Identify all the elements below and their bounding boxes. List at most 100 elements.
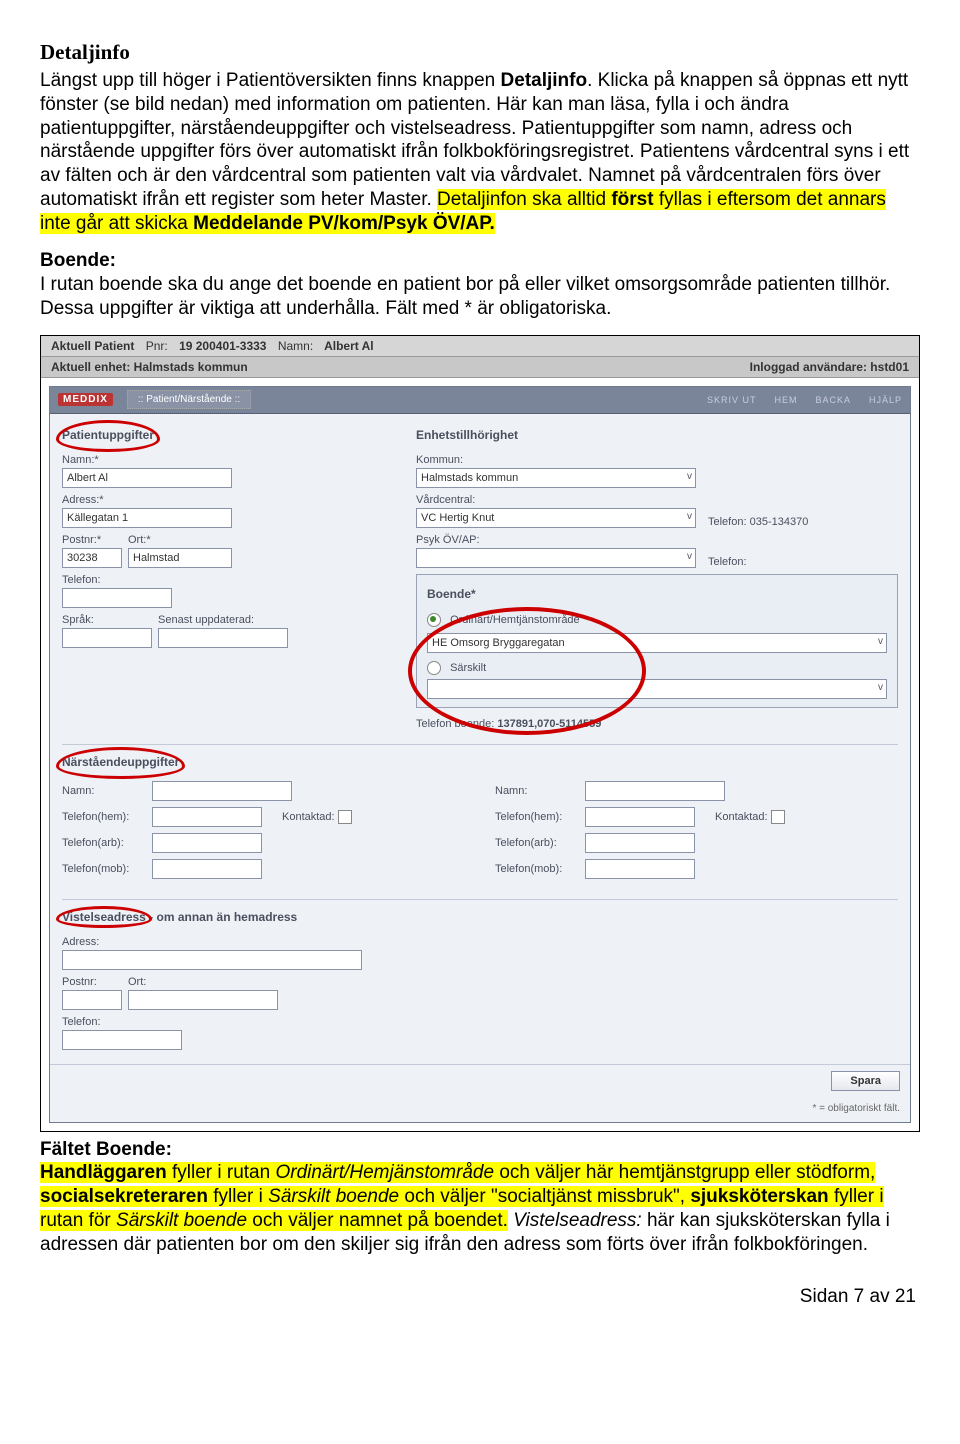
pnr-value: 19 200401-3333 xyxy=(179,339,266,353)
faltet-boende-label: Fältet Boende: xyxy=(40,1139,172,1160)
label-ort: Ort:* xyxy=(128,534,232,546)
boende-text: I rutan boende ska du ange det boende en… xyxy=(40,274,890,319)
label-telefon: Telefon: xyxy=(62,574,402,586)
label-near-namn-1: Namn: xyxy=(62,785,146,797)
input-ort[interactable] xyxy=(128,548,232,568)
tel-boende-value: 137891,070-5114559 xyxy=(497,718,601,730)
label-tel-boende: Telefon boende: xyxy=(416,718,494,730)
vc-tel-value: 035-134370 xyxy=(750,516,809,528)
label-near-namn-2: Namn: xyxy=(495,785,579,797)
link-hem[interactable]: HEM xyxy=(774,395,797,405)
save-button[interactable]: Spara xyxy=(831,1071,900,1091)
label-kommun: Kommun: xyxy=(416,454,898,466)
text: och väljer här hemtjänstgrupp eller stöd… xyxy=(494,1162,875,1183)
label-namn: Namn:* xyxy=(62,454,402,466)
label-vc-tel: Telefon: xyxy=(708,516,747,528)
input-senast[interactable] xyxy=(158,628,288,648)
vist-title-b: - om annan än hemadress xyxy=(146,910,297,924)
input-postnr[interactable] xyxy=(62,548,122,568)
radio-sarskilt[interactable] xyxy=(427,661,441,675)
namn-value: Albert Al xyxy=(324,339,374,353)
page-heading: Detaljinfo xyxy=(40,40,920,65)
label-near-telhem-1: Telefon(hem): xyxy=(62,811,146,823)
oblig-note: * = obligatoriskt fält. xyxy=(812,1103,900,1114)
radio-ordinart-label: Ordinärt/Hemtjänstområde xyxy=(450,613,580,625)
label-near-telarb-2: Telefon(arb): xyxy=(495,837,579,849)
aktuell-patient-label: Aktuell Patient xyxy=(51,339,134,353)
link-backa[interactable]: BACKA xyxy=(815,395,851,405)
input-near-telhem-2[interactable] xyxy=(585,807,695,827)
checkbox-kontaktad-2[interactable] xyxy=(771,810,785,824)
paragraph-intro: Längst upp till höger i Patientöversikte… xyxy=(40,69,920,235)
checkbox-kontaktad-1[interactable] xyxy=(338,810,352,824)
input-near-telarb-2[interactable] xyxy=(585,833,695,853)
input-near-namn-2[interactable] xyxy=(585,781,725,801)
group-enhet: Enhetstillhörighet xyxy=(416,428,518,442)
input-near-telhem-1[interactable] xyxy=(152,807,262,827)
patient-bar: Aktuell Patient Pnr: 19 200401-3333 Namn… xyxy=(41,336,919,357)
input-sprak[interactable] xyxy=(62,628,152,648)
link-skrivut[interactable]: SKRIV UT xyxy=(707,395,757,405)
input-near-telmob-2[interactable] xyxy=(585,859,695,879)
select-vardcentral[interactable] xyxy=(416,508,696,528)
paragraph-boende: Boende: I rutan boende ska du ange det b… xyxy=(40,249,920,320)
boende-title: Boende* xyxy=(427,587,476,601)
input-near-telarb-1[interactable] xyxy=(152,833,262,853)
enhet-bar: Aktuell enhet: Halmstads kommun Inloggad… xyxy=(41,357,919,378)
label-postnr: Postnr:* xyxy=(62,534,122,546)
text: fyller i rutan xyxy=(167,1162,276,1183)
select-kommun[interactable] xyxy=(416,468,696,488)
group-patientuppgifter: Patientuppgifter xyxy=(62,428,154,442)
page-footer: Sidan 7 av 21 xyxy=(40,1286,920,1308)
radio-ordinart[interactable] xyxy=(427,613,441,627)
text: Detaljinfon ska alltid xyxy=(437,189,611,210)
paragraph-faltet-boende: Fältet Boende: Handläggaren fyller i rut… xyxy=(40,1138,920,1257)
text: sjuksköterskan xyxy=(690,1186,828,1207)
label-adress: Adress:* xyxy=(62,494,402,506)
namn-label: Namn: xyxy=(278,339,313,353)
label-near-telhem-2: Telefon(hem): xyxy=(495,811,579,823)
label-near-telmob-1: Telefon(mob): xyxy=(62,863,146,875)
text-bold: Detaljinfo xyxy=(501,70,588,91)
text-italic: Särskilt boende xyxy=(268,1186,399,1207)
text: socialsekreteraren xyxy=(40,1186,208,1207)
text: och väljer "socialtjänst missbruk", xyxy=(399,1186,690,1207)
input-vist-tel[interactable] xyxy=(62,1030,182,1050)
text-bold: först xyxy=(611,189,653,210)
input-telefon[interactable] xyxy=(62,588,172,608)
select-psyk[interactable] xyxy=(416,548,696,568)
label-near-telmob-2: Telefon(mob): xyxy=(495,863,579,875)
text: fyller i xyxy=(208,1186,268,1207)
label-sprak: Språk: xyxy=(62,614,152,626)
select-sarskilt[interactable] xyxy=(427,679,887,699)
label-vist-ort: Ort: xyxy=(128,976,278,988)
text: och väljer namnet på boendet. xyxy=(247,1210,508,1231)
label-vist-adress: Adress: xyxy=(62,936,898,948)
input-vist-postnr[interactable] xyxy=(62,990,122,1010)
select-ordinart[interactable] xyxy=(427,633,887,653)
input-near-telmob-1[interactable] xyxy=(152,859,262,879)
tab-patient-narstaende[interactable]: :: Patient/Närstående :: xyxy=(127,390,251,409)
input-namn[interactable] xyxy=(62,468,232,488)
group-narstaende: Närståendeuppgifter xyxy=(62,755,179,769)
input-near-namn-1[interactable] xyxy=(152,781,292,801)
label-near-telarb-1: Telefon(arb): xyxy=(62,837,146,849)
label-psyk-tel: Telefon: xyxy=(708,556,747,568)
vist-title-a: Vistelseadress xyxy=(62,910,146,924)
group-vistelseadress: Vistelseadress - om annan än hemadress xyxy=(62,910,297,924)
text-italic: Ordinärt/Hemjänstområde xyxy=(275,1162,494,1183)
input-adress[interactable] xyxy=(62,508,232,528)
inloggad-user: Inloggad användare: hstd01 xyxy=(750,360,909,374)
input-vist-adress[interactable] xyxy=(62,950,362,970)
link-hjalp[interactable]: HJÄLP xyxy=(869,395,902,405)
radio-sarskilt-label: Särskilt xyxy=(450,661,486,673)
input-vist-ort[interactable] xyxy=(128,990,278,1010)
label-vist-postnr: Postnr: xyxy=(62,976,122,988)
text: Längst upp till höger i Patientöversikte… xyxy=(40,70,501,91)
boende-label: Boende: xyxy=(40,250,116,271)
inner-topbar: MEDDIX :: Patient/Närstående :: SKRIV UT… xyxy=(50,387,910,414)
label-senast: Senast uppdaterad: xyxy=(158,614,288,626)
label-kontaktad-1: Kontaktad: xyxy=(282,810,335,822)
app-logo: MEDDIX xyxy=(58,393,113,406)
text: Handläggaren xyxy=(40,1162,167,1183)
